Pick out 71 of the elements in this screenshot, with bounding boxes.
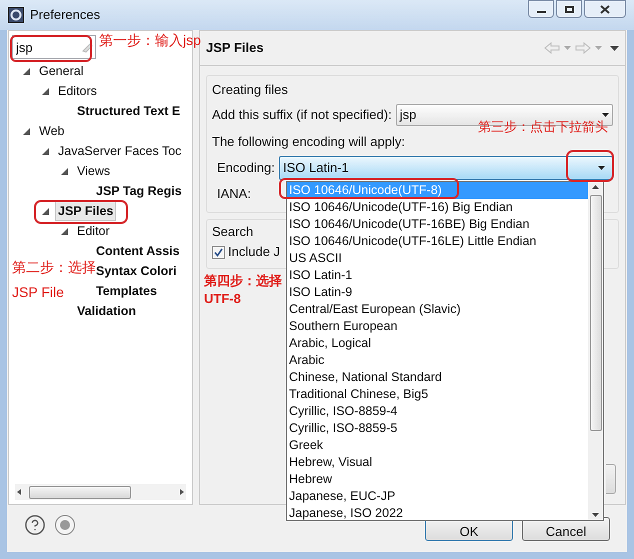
- menu-caret-icon[interactable]: [610, 46, 619, 50]
- maximize-button[interactable]: [556, 0, 582, 18]
- vertical-scrollbar[interactable]: [588, 182, 603, 520]
- tree-item[interactable]: Structured Text E: [74, 101, 184, 121]
- list-option[interactable]: Arabic: [287, 352, 588, 369]
- tree-item[interactable]: General: [36, 61, 86, 81]
- group-title: Search: [212, 223, 254, 241]
- list-option[interactable]: ISO Latin-9: [287, 284, 588, 301]
- tree-item[interactable]: Editor: [74, 221, 113, 241]
- annotation-text: 第四步：选择UTF-8: [204, 272, 283, 308]
- expanded-arrow-icon[interactable]: [61, 168, 68, 174]
- tree-item[interactable]: JavaServer Faces Toc: [55, 141, 184, 161]
- expanded-arrow-icon[interactable]: [42, 148, 49, 154]
- include-checkbox[interactable]: [212, 246, 225, 258]
- field-label: Encoding:: [217, 159, 276, 178]
- tree-item[interactable]: Editors: [55, 81, 100, 101]
- list-option[interactable]: Hebrew, Visual: [287, 454, 588, 471]
- horizontal-scrollbar[interactable]: [15, 484, 186, 500]
- list-option[interactable]: Traditional Chinese, Big5: [287, 386, 588, 403]
- expanded-arrow-icon[interactable]: [42, 208, 49, 214]
- highlight-outline: [566, 150, 614, 182]
- tree-item[interactable]: JSP Files: [55, 201, 116, 221]
- tree-item[interactable]: Content Assis: [93, 241, 183, 261]
- caret-icon: [598, 166, 605, 170]
- tree-item[interactable]: Validation: [74, 301, 140, 321]
- list-option[interactable]: Hebrew: [287, 471, 588, 488]
- tree-item[interactable]: Views: [74, 161, 114, 181]
- clear-icon[interactable]: [81, 41, 93, 53]
- list-option[interactable]: Greek: [287, 437, 588, 454]
- group-title: Creating files: [212, 81, 288, 99]
- expanded-arrow-icon[interactable]: [42, 88, 49, 94]
- scroll-right-icon[interactable]: [178, 488, 186, 496]
- list-option[interactable]: ISO 10646/Unicode(UTF-16LE) Little Endian: [287, 233, 588, 250]
- list-option[interactable]: Japanese, EUC-JP: [287, 488, 588, 505]
- annotation-text: 第一步：输入jsp: [99, 31, 201, 50]
- list-option[interactable]: Central/East European (Slavic): [287, 301, 588, 318]
- list-option[interactable]: Chinese, National Standard: [287, 369, 588, 386]
- list-option[interactable]: US ASCII: [287, 250, 588, 267]
- list-option[interactable]: Southern European: [287, 318, 588, 335]
- list-option[interactable]: Cyrillic, ISO-8859-4: [287, 403, 588, 420]
- tree-item[interactable]: JSP Tag Regis: [93, 181, 185, 201]
- page-title: JSP Files: [206, 39, 264, 58]
- scrollbar-thumb[interactable]: [29, 486, 131, 498]
- minimize-button[interactable]: [528, 0, 554, 18]
- caret-icon: [602, 113, 609, 117]
- annotation-text: JSP File: [12, 283, 64, 302]
- list-option[interactable]: Cyrillic, ISO-8859-5: [287, 420, 588, 437]
- tree-item[interactable]: Templates: [93, 281, 160, 301]
- list-option[interactable]: ISO Latin-1: [287, 267, 588, 284]
- list-option[interactable]: ISO 10646/Unicode(UTF-16BE) Big Endian: [287, 216, 588, 233]
- annotation-text: 第二步：选择: [12, 258, 96, 277]
- encoding-dropdown[interactable]: ISO Latin-1: [279, 156, 613, 180]
- checkbox-label: Include J: [228, 243, 280, 262]
- help-icon[interactable]: [24, 514, 46, 536]
- field-label: IANA:: [217, 185, 251, 204]
- tree-item[interactable]: Web: [36, 121, 68, 141]
- expanded-arrow-icon[interactable]: [23, 128, 30, 134]
- window-title: Preferences: [30, 6, 100, 24]
- close-button[interactable]: [584, 0, 626, 18]
- list-option[interactable]: ISO 10646/Unicode(UTF-16) Big Endian: [287, 199, 588, 216]
- scroll-up-icon[interactable]: [592, 185, 599, 189]
- encoding-note: The following encoding will apply:: [212, 133, 406, 151]
- close-icon: [600, 4, 610, 14]
- check-icon: [214, 248, 223, 256]
- list-option[interactable]: Arabic, Logical: [287, 335, 588, 352]
- field-label: Add this suffix (if not specified):: [212, 106, 392, 124]
- expanded-arrow-icon[interactable]: [23, 68, 30, 74]
- scroll-left-icon[interactable]: [15, 488, 23, 496]
- scrollbar-thumb[interactable]: [590, 195, 602, 431]
- record-icon[interactable]: [54, 514, 76, 536]
- expanded-arrow-icon[interactable]: [61, 228, 68, 234]
